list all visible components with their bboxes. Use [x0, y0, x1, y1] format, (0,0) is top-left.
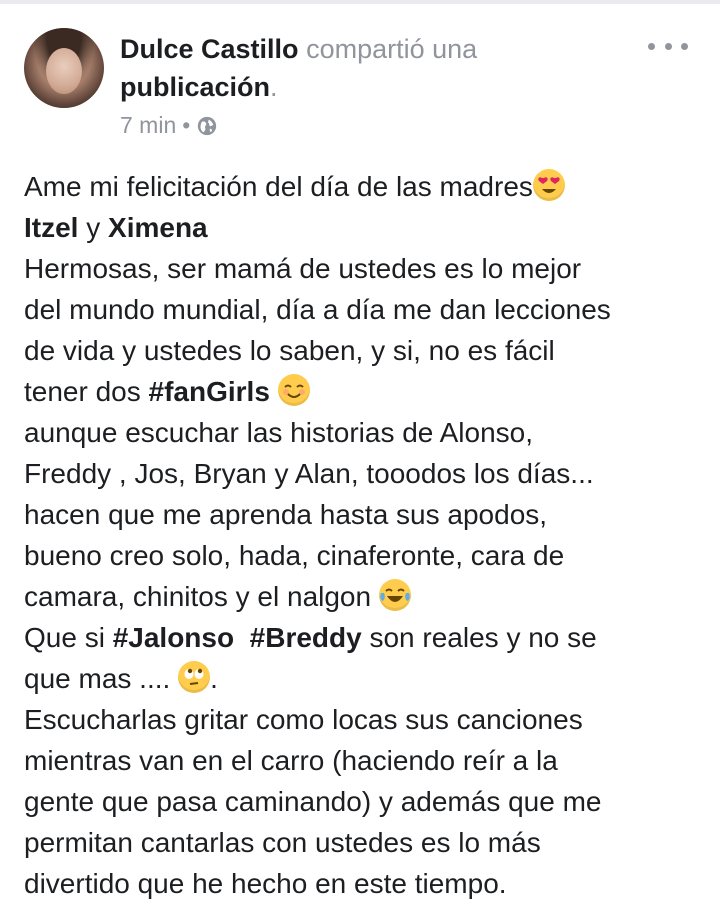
post-header-text: Dulce Castillo compartió una publicación… [120, 30, 640, 106]
post-text: Ame mi felicitación del día de las madre… [24, 171, 533, 202]
avatar[interactable] [24, 28, 104, 108]
globe-icon[interactable] [196, 115, 218, 137]
more-options-icon[interactable] [648, 34, 688, 58]
hashtag-breddy[interactable]: #Breddy [250, 622, 362, 653]
post-line: camara, chinitos y el nalgon [24, 576, 704, 617]
post-line: Que si #Jalonso #Breddy son reales y no … [24, 617, 704, 658]
post-meta: 7 min • [120, 112, 218, 139]
post-line: Ame mi felicitación del día de las madre… [24, 166, 704, 207]
post-text: . [210, 663, 218, 694]
post-text: camara, chinitos y el nalgon [24, 581, 372, 612]
heart-eyes-emoji [532, 169, 565, 201]
post-line: aunque escuchar las historias de Alonso, [24, 417, 533, 448]
author-name[interactable]: Dulce Castillo [120, 34, 299, 64]
tag-itzel[interactable]: Itzel [24, 212, 78, 243]
post-line: permitan cantarlas con ustedes es lo más [24, 827, 541, 858]
avatar-face [46, 48, 82, 94]
hashtag-jalonso[interactable]: #Jalonso [113, 622, 234, 653]
top-divider [0, 0, 720, 4]
post-line: Hermosas, ser mamá de ustedes es lo mejo… [24, 253, 582, 284]
post-text: tener dos [24, 376, 149, 407]
post-line: bueno creo solo, hada, cinaferonte, cara… [24, 540, 565, 571]
post-line: hacen que me aprenda hasta sus apodos, [24, 499, 548, 530]
post-line: Freddy , Jos, Bryan y Alan, tooodos los … [24, 458, 594, 489]
post-line: Itzel y Ximena [24, 207, 704, 248]
post-body: Ame mi felicitación del día de las madre… [24, 166, 704, 904]
post-line: gente que pasa caminando) y además que m… [24, 786, 602, 817]
eye-roll-emoji [178, 661, 211, 693]
post-text [234, 622, 250, 653]
post-line: Escucharlas gritar como locas sus cancio… [24, 704, 583, 735]
timestamp[interactable]: 7 min [120, 112, 176, 139]
post-text: son reales y no se [361, 622, 597, 653]
post-line: de vida y ustedes lo saben, y si, no es … [24, 335, 555, 366]
header-period: . [270, 72, 278, 102]
post-text: y [78, 212, 109, 243]
post-line: tener dos #fanGirls [24, 371, 704, 412]
post-text: Que si [24, 622, 113, 653]
post-text: que mas .... [24, 663, 179, 694]
meta-separator: • [182, 112, 191, 138]
post-line: mientras van en el carro (haciendo reír … [24, 745, 558, 776]
shared-object-link[interactable]: publicación [120, 72, 270, 102]
smiling-blush-emoji [277, 374, 310, 406]
post-line: divertido que he hecho en este tiempo. [24, 868, 507, 899]
tears-of-joy-emoji [378, 579, 411, 611]
post-line: que mas .... . [24, 658, 704, 699]
tag-ximena[interactable]: Ximena [108, 212, 208, 243]
action-text: compartió una [306, 34, 478, 64]
hashtag-fangirls[interactable]: #fanGirls [149, 376, 270, 407]
post-line: del mundo mundial, día a día me dan lecc… [24, 294, 611, 325]
